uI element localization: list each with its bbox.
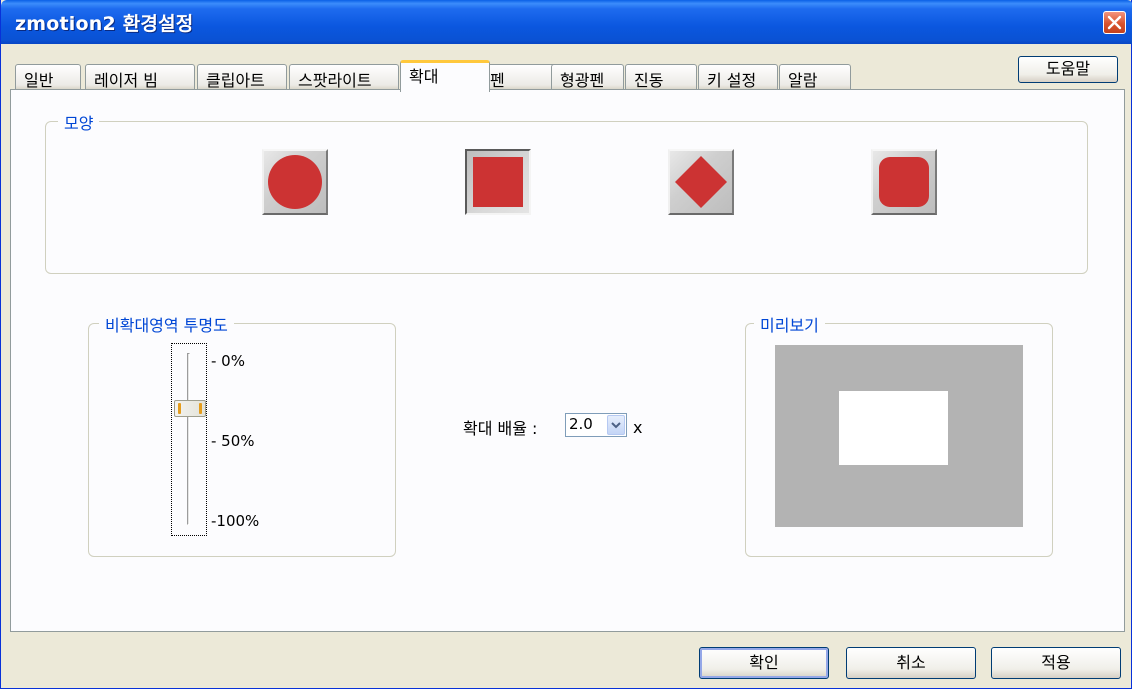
title-bar[interactable]: zmotion2 환경설정 <box>1 0 1132 44</box>
shape-rounded-square-button[interactable] <box>871 149 937 215</box>
square-icon <box>473 157 523 207</box>
tab-laser-beam[interactable]: 레이저 빔 <box>85 64 195 90</box>
zoom-factor-select[interactable]: 2.0 <box>565 413 627 437</box>
tab-clipart[interactable]: 클립아트 <box>197 64 287 90</box>
rounded-square-icon <box>879 157 929 207</box>
shape-square-button[interactable] <box>465 149 531 215</box>
shape-group-label: 모양 <box>58 110 100 134</box>
chevron-down-icon <box>611 422 621 429</box>
shape-diamond-button[interactable] <box>668 149 734 215</box>
tab-alarm[interactable]: 알람 <box>779 64 851 90</box>
settings-window: zmotion2 환경설정 일반 레이저 빔 클립아트 스팟라이트 확대 펜 형… <box>0 0 1132 689</box>
preview-zoom-region <box>839 391 948 465</box>
transparency-group-label: 비확대영역 투명도 <box>99 312 234 336</box>
tab-vibration[interactable]: 진동 <box>625 64 697 90</box>
tab-spotlight[interactable]: 스팟라이트 <box>289 64 399 90</box>
transparency-slider-track[interactable] <box>187 353 190 525</box>
shape-circle-button[interactable] <box>262 149 328 215</box>
zoom-factor-label: 확대 배율 : <box>463 419 538 438</box>
window-title: zmotion2 환경설정 <box>15 13 194 35</box>
dropdown-arrow[interactable] <box>607 415 625 435</box>
tick-0: - 0% <box>211 352 245 370</box>
tab-key-settings[interactable]: 키 설정 <box>698 64 778 90</box>
tab-general[interactable]: 일반 <box>15 64 81 90</box>
help-button[interactable]: 도움말 <box>1018 56 1118 83</box>
tick-50: - 50% <box>211 432 255 450</box>
close-button[interactable] <box>1103 11 1126 34</box>
close-icon <box>1107 15 1122 30</box>
diamond-icon <box>675 156 727 208</box>
apply-button[interactable]: 적용 <box>991 647 1121 679</box>
preview-group-label: 미리보기 <box>754 312 825 336</box>
tab-highlighter[interactable]: 형광펜 <box>551 64 624 90</box>
tab-zoom[interactable]: 확대 <box>400 60 490 92</box>
zoom-factor-value: 2.0 <box>569 415 593 433</box>
tick-100: -100% <box>211 512 260 530</box>
cancel-button[interactable]: 취소 <box>846 647 976 679</box>
zoom-factor-unit: x <box>633 418 643 437</box>
tab-pen[interactable]: 펜 <box>481 64 557 90</box>
transparency-slider-thumb[interactable] <box>174 400 206 417</box>
circle-icon <box>268 155 322 209</box>
ok-button[interactable]: 확인 <box>699 647 829 679</box>
